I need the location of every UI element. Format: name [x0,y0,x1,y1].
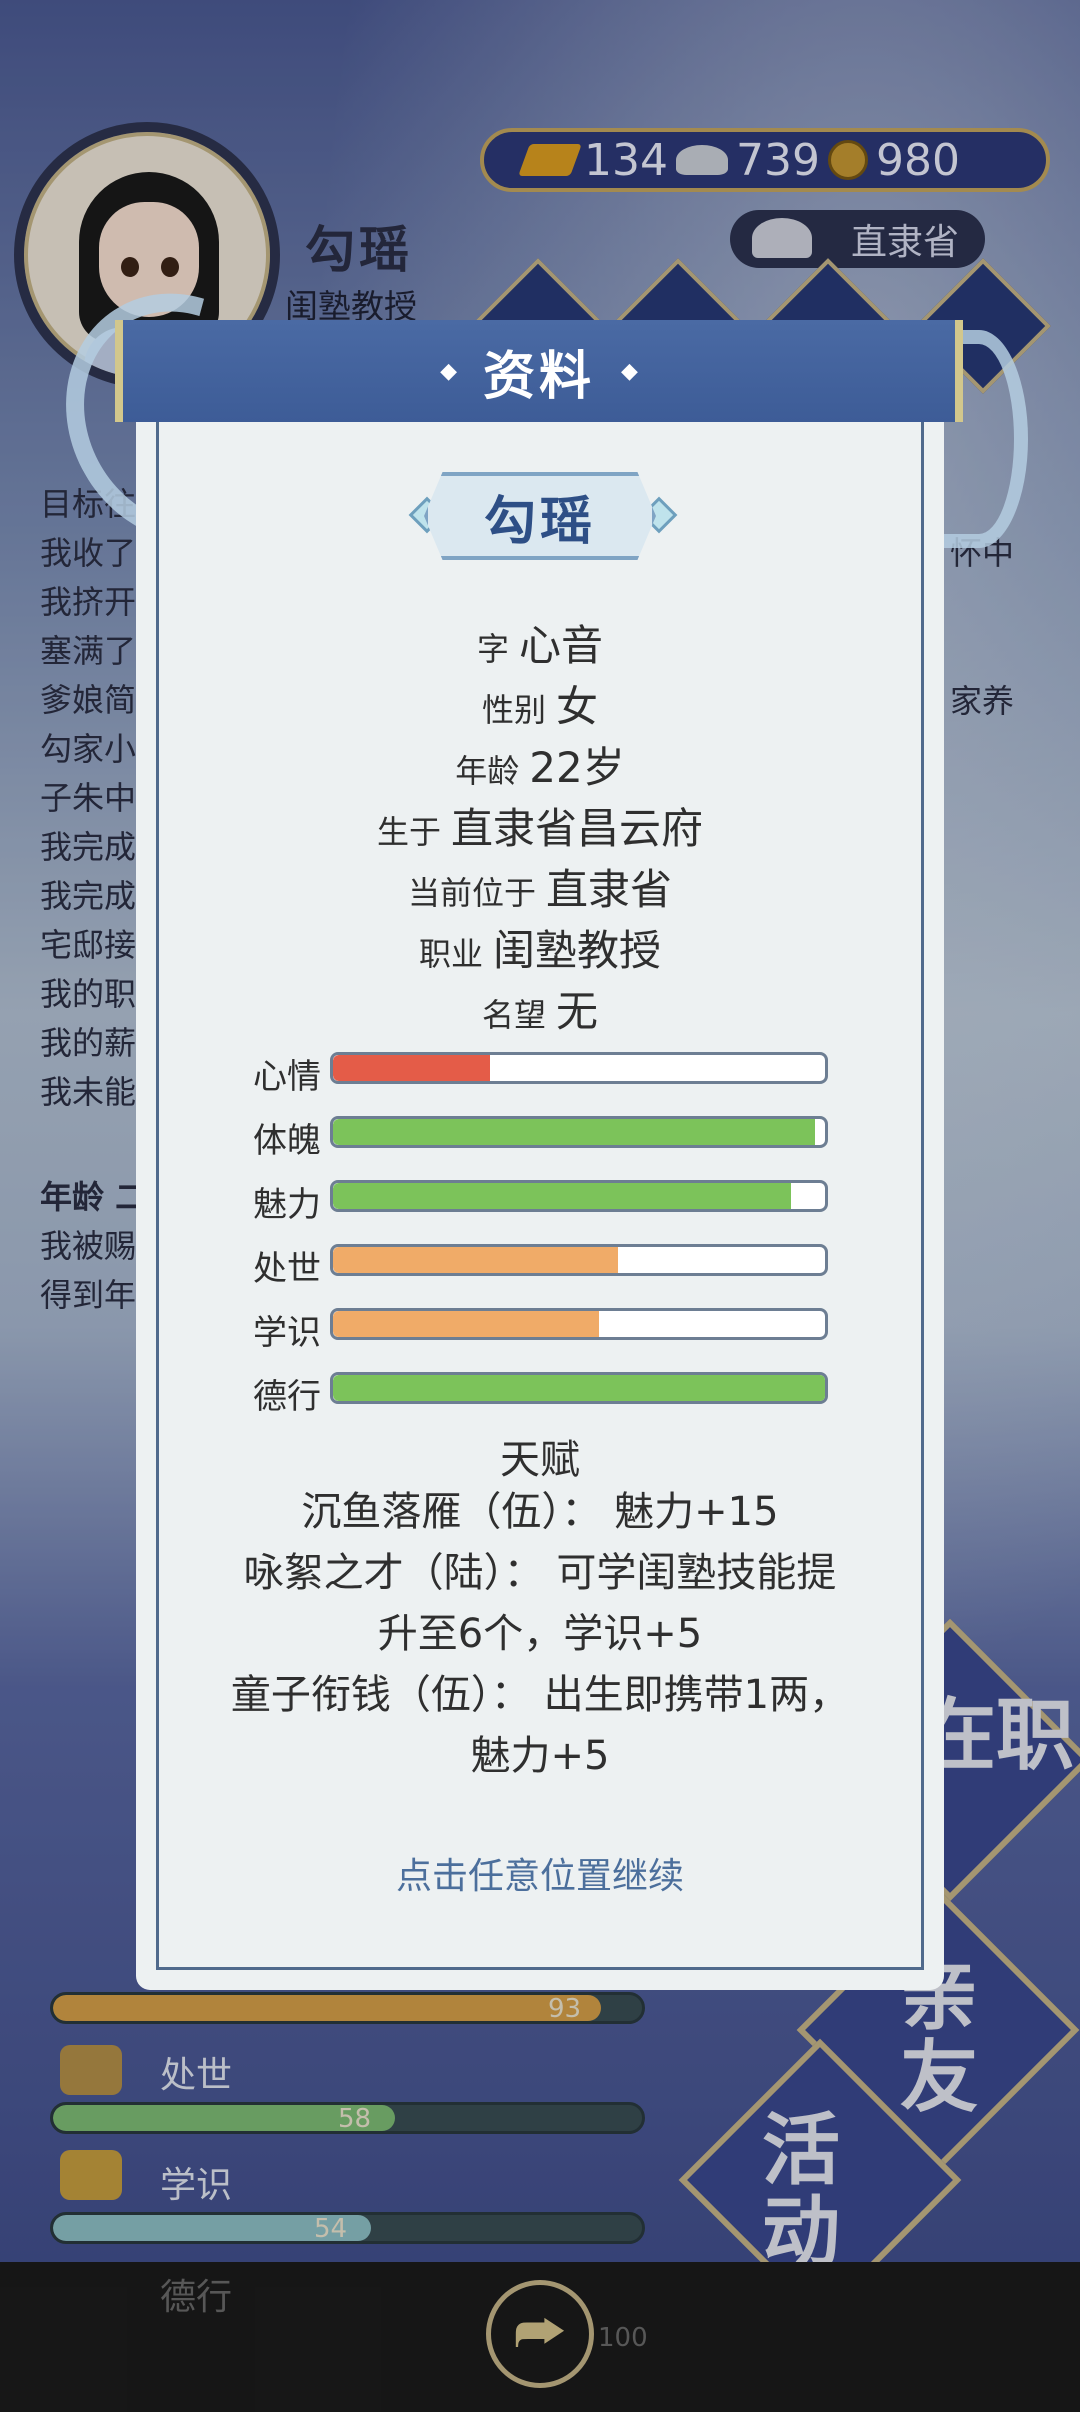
stat-bar-knowledge [330,1308,828,1340]
info-value: 直隶省 [546,865,673,914]
talent-line: 升至6个，学识+5 [377,1611,703,1657]
title-dot-icon: ◆ [440,358,457,384]
info-row-age: 年龄 22岁 [136,734,944,795]
stat-bar-mood [330,1052,828,1084]
info-key: 生于 [376,813,441,851]
talent-line: 童子衔钱（伍）： 出生即携带1两， [230,1672,850,1718]
info-value: 心音 [519,621,604,670]
info-row-location: 当前位于 直隶省 [136,856,944,917]
info-value: 22岁 [529,743,625,792]
stat-label-knowledge: 学识 [253,1313,321,1353]
modal-header: ◆ 资料 ◆ [115,320,963,422]
info-value: 无 [556,987,599,1036]
stat-fill [333,1183,791,1209]
info-key: 年龄 [455,752,520,790]
stat-bar-virtue [330,1372,828,1404]
info-row-courtesy: 字心音 [136,612,944,673]
info-key: 职业 [418,935,483,973]
stat-label-charm: 魅力 [253,1185,321,1225]
stat-label-worldly: 处世 [253,1249,321,1289]
info-value: 闺塾教授 [493,926,662,975]
stat-label-virtue: 德行 [253,1377,321,1417]
info-key: 当前位于 [407,874,536,912]
stat-bar-worldly [330,1244,828,1276]
stat-fill [333,1055,491,1081]
info-key: 性别 [481,691,546,729]
stat-fill [333,1375,825,1401]
frame-corner [156,1937,189,1970]
stat-fill [333,1247,619,1273]
info-row-reputation: 名望无 [136,978,944,1039]
modal-title: 资料 [482,346,595,407]
stat-label-physique: 体魄 [253,1121,321,1161]
frame-corner [891,1937,924,1970]
stat-fill [333,1119,816,1145]
info-key: 字 [476,630,509,668]
info-row-occupation: 职业 闺塾教授 [136,917,944,978]
talent-heading: 天赋 [500,1437,580,1483]
stat-bar-charm [330,1180,828,1212]
stat-label-mood: 心情 [253,1057,321,1097]
talent-line: 魅力+5 [470,1733,610,1779]
continue-hint[interactable]: 点击任意位置继续 [136,1847,944,1899]
talent-line: 沉鱼落雁（伍）： 魅力+15 [301,1489,779,1535]
talent-line: 咏絮之才（陆）： 可学闺塾技能提 [243,1550,837,1596]
info-key: 名望 [481,996,546,1034]
stat-bar-physique [330,1116,828,1148]
talent-entry: 沉鱼落雁（伍）： 魅力+15 [176,1482,904,1543]
title-dot-icon: ◆ [621,358,638,384]
stat-fill [333,1311,599,1337]
name-plaque: 勾瑶 [424,472,656,560]
info-row-gender: 性别女 [136,673,944,734]
talent-entry: 童子衔钱（伍）： 出生即携带1两， 魅力+5 [176,1665,904,1787]
talent-entry: 咏絮之才（陆）： 可学闺塾技能提 升至6个，学识+5 [176,1543,904,1665]
profile-modal[interactable]: 勾瑶 字心音 性别女 年龄 22岁 生于 直隶省昌云府 当前位于 直隶省 职业 闺塾教授… [136,422,944,1990]
info-value: 女 [556,682,599,731]
info-row-birthplace: 生于 直隶省昌云府 [136,795,944,856]
info-value: 直隶省昌云府 [451,804,704,853]
